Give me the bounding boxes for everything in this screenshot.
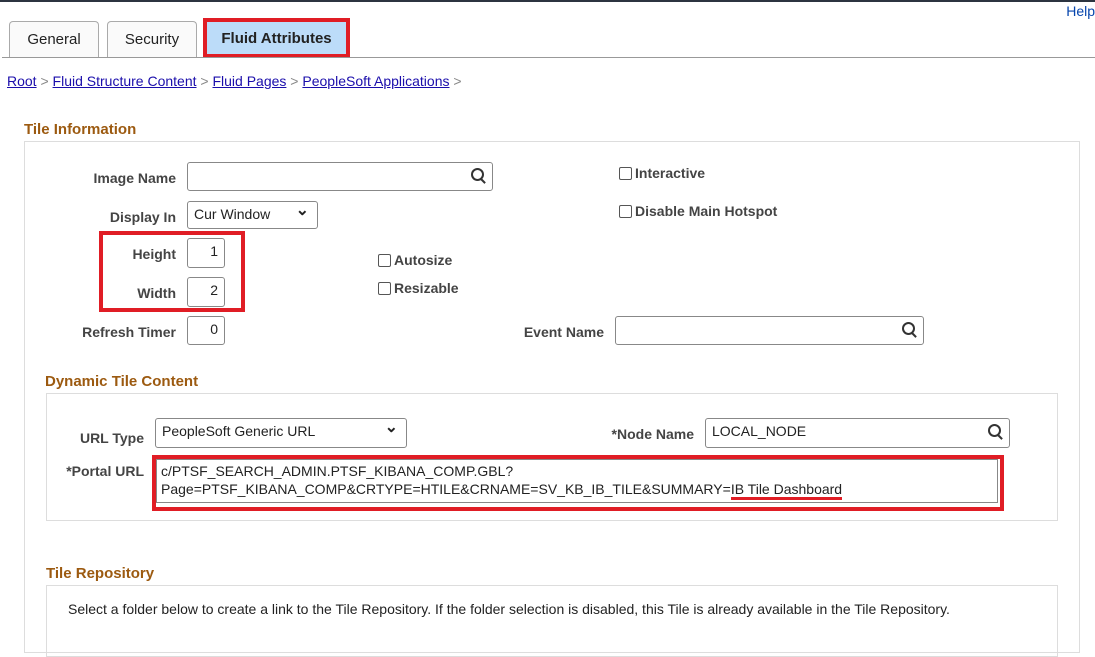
event-name-input[interactable]	[615, 316, 924, 345]
url-type-value: PeopleSoft Generic URL	[162, 423, 316, 439]
disable-hotspot-label: Disable Main Hotspot	[635, 203, 778, 219]
dynamic-tile-heading: Dynamic Tile Content	[45, 373, 199, 390]
resizable-label: Resizable	[394, 280, 459, 296]
portal-url-summary: IB Tile Dashboard	[730, 481, 843, 500]
autosize-checkbox[interactable]: Autosize	[378, 252, 452, 268]
top-border	[0, 0, 1095, 2]
tab-general[interactable]: General	[9, 21, 99, 57]
display-in-label: Display In	[109, 209, 176, 225]
portal-url-line2: Page=PTSF_KIBANA_COMP&CRTYPE=HTILE&CRNAM…	[161, 480, 993, 500]
node-name-label: *Node Name	[611, 426, 694, 442]
tile-repository-text: Select a folder below to create a link t…	[68, 601, 950, 617]
width-label: Width	[137, 285, 176, 301]
portal-url-label: *Portal URL	[66, 463, 144, 479]
search-icon[interactable]	[902, 322, 915, 335]
image-name-input[interactable]	[187, 162, 493, 191]
tile-information-heading: Tile Information	[24, 121, 137, 138]
interactive-label: Interactive	[635, 165, 706, 181]
width-input[interactable]: 2	[187, 277, 225, 307]
breadcrumb-peoplesoft-apps[interactable]: PeopleSoft Applications	[302, 73, 449, 89]
breadcrumb-fluid-pages[interactable]: Fluid Pages	[212, 73, 286, 89]
node-name-value: LOCAL_NODE	[712, 423, 807, 439]
help-link[interactable]: Help	[1066, 3, 1095, 19]
refresh-timer-input[interactable]: 0	[187, 316, 225, 345]
tile-repository-heading: Tile Repository	[46, 565, 155, 582]
url-type-label: URL Type	[79, 430, 144, 446]
portal-url-text: Page=PTSF_KIBANA_COMP&CRTYPE=HTILE&CRNAM…	[161, 481, 731, 497]
interactive-checkbox[interactable]: Interactive	[619, 165, 705, 181]
refresh-timer-label: Refresh Timer	[82, 324, 176, 340]
breadcrumb-root[interactable]: Root	[7, 73, 37, 89]
height-label: Height	[132, 246, 176, 262]
display-in-value: Cur Window	[194, 206, 271, 222]
breadcrumb: Root > Fluid Structure Content > Fluid P…	[7, 73, 462, 89]
portal-url-textarea[interactable]: c/PTSF_SEARCH_ADMIN.PTSF_KIBANA_COMP.GBL…	[156, 459, 998, 503]
autosize-label: Autosize	[394, 252, 453, 268]
height-input[interactable]: 1	[187, 238, 225, 268]
tab-fluid-attributes[interactable]: Fluid Attributes	[203, 18, 350, 58]
tile-repository-panel	[46, 585, 1058, 657]
tab-divider	[2, 57, 1095, 58]
display-in-select[interactable]: Cur Window	[187, 200, 318, 229]
node-name-input[interactable]: LOCAL_NODE	[705, 418, 1010, 448]
url-type-select[interactable]: PeopleSoft Generic URL	[155, 417, 407, 448]
disable-hotspot-checkbox[interactable]: Disable Main Hotspot	[619, 203, 777, 219]
breadcrumb-fluid-structure[interactable]: Fluid Structure Content	[53, 73, 197, 89]
image-name-label: Image Name	[93, 170, 176, 186]
search-icon[interactable]	[471, 168, 484, 181]
search-icon[interactable]	[988, 424, 1001, 437]
tab-security[interactable]: Security	[107, 21, 197, 57]
resizable-checkbox[interactable]: Resizable	[378, 280, 459, 296]
portal-url-line1: c/PTSF_SEARCH_ADMIN.PTSF_KIBANA_COMP.GBL…	[161, 463, 514, 479]
event-name-label: Event Name	[523, 324, 604, 340]
